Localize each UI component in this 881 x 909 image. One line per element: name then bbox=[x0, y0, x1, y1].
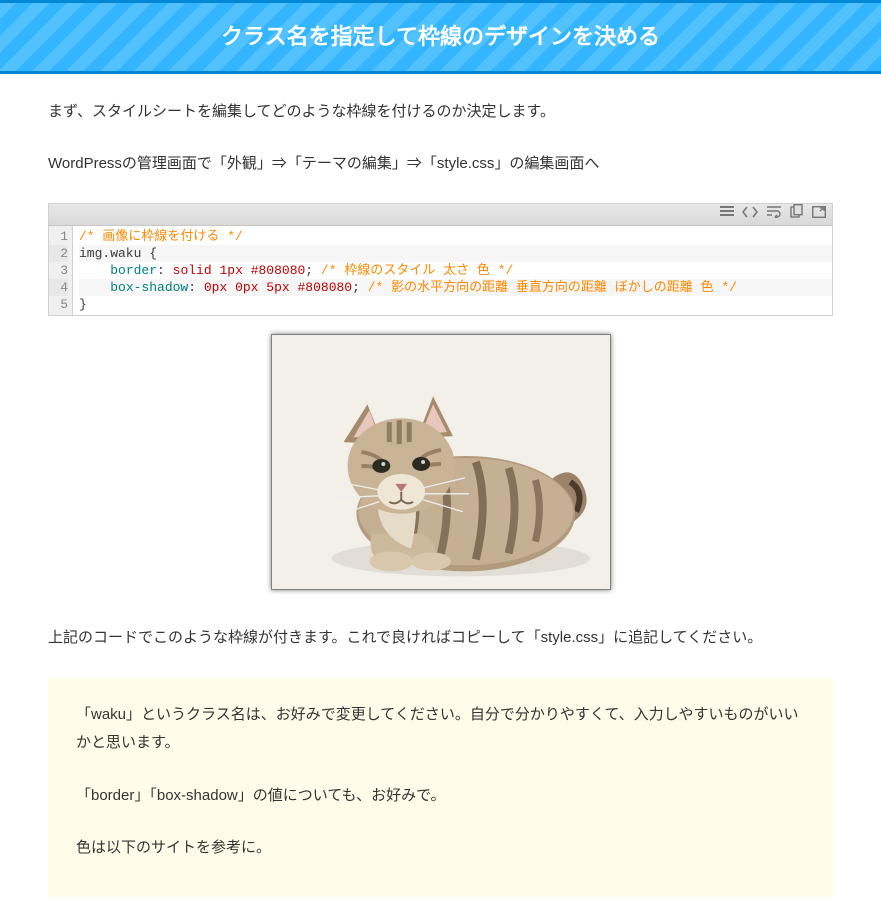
wrap-icon[interactable] bbox=[766, 200, 782, 229]
code-line: img.waku { bbox=[79, 245, 832, 262]
code-body: 12345 /* 画像に枠線を付ける */img.waku { border: … bbox=[49, 226, 832, 315]
paragraph: WordPressの管理画面で「外観」⇒「テーマの編集」⇒「style.css」… bbox=[48, 150, 833, 179]
copy-icon[interactable] bbox=[790, 200, 804, 229]
line-number: 4 bbox=[49, 279, 68, 296]
code-icon[interactable] bbox=[742, 200, 758, 229]
line-number: 3 bbox=[49, 262, 68, 279]
code-line: box-shadow: 0px 0px 5px #808080; /* 影の水平… bbox=[79, 279, 832, 296]
line-number: 2 bbox=[49, 245, 68, 262]
expand-icon[interactable] bbox=[812, 200, 826, 229]
example-image bbox=[271, 334, 611, 590]
note-paragraph: 「border」「box-shadow」の値についても、お好みで。 bbox=[76, 782, 805, 811]
code-toolbar bbox=[49, 204, 832, 226]
code-line: /* 画像に枠線を付ける */ bbox=[79, 228, 832, 245]
example-image-wrap bbox=[48, 334, 833, 601]
note-box: 「waku」というクラス名は、お好みで変更してください。自分で分かりやすくて、入… bbox=[48, 677, 833, 897]
code-line: border: solid 1px #808080; /* 枠線のスタイル 太さ… bbox=[79, 262, 832, 279]
note-paragraph: 「waku」というクラス名は、お好みで変更してください。自分で分かりやすくて、入… bbox=[76, 701, 805, 758]
paragraph: 上記のコードでこのような枠線が付きます。これで良ければコピーして「style.c… bbox=[48, 624, 833, 653]
code-lines[interactable]: /* 画像に枠線を付ける */img.waku { border: solid … bbox=[73, 226, 832, 315]
line-number: 1 bbox=[49, 228, 68, 245]
article-body: まず、スタイルシートを編集してどのような枠線を付けるのか決定します。 WordP… bbox=[0, 74, 881, 909]
line-number-gutter: 12345 bbox=[49, 226, 73, 315]
code-line: } bbox=[79, 296, 832, 313]
line-number: 5 bbox=[49, 296, 68, 313]
menu-icon[interactable] bbox=[720, 200, 734, 229]
section-heading-text: クラス名を指定して枠線のデザインを決める bbox=[221, 24, 660, 49]
code-block: 12345 /* 画像に枠線を付ける */img.waku { border: … bbox=[48, 203, 833, 316]
paragraph: まず、スタイルシートを編集してどのような枠線を付けるのか決定します。 bbox=[48, 98, 833, 127]
note-paragraph: 色は以下のサイトを参考に。 bbox=[76, 834, 805, 863]
section-heading: クラス名を指定して枠線のデザインを決める bbox=[0, 0, 881, 74]
